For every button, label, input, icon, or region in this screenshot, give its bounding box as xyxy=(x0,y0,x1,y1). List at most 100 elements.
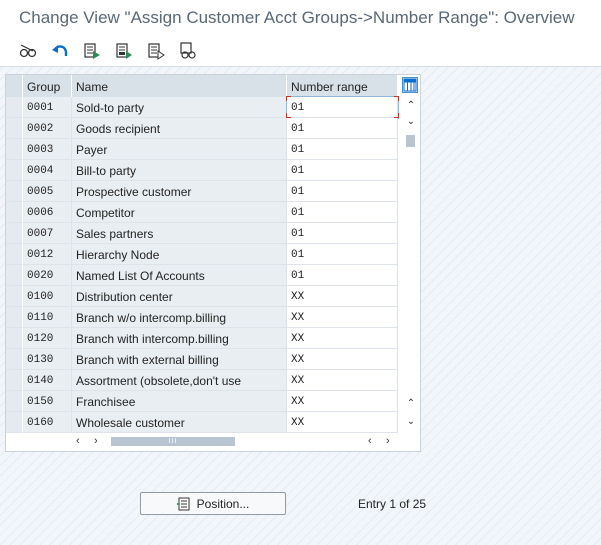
undo-button[interactable] xyxy=(49,40,71,62)
number-range-input[interactable]: 01 xyxy=(287,265,398,286)
position-button[interactable]: Position... xyxy=(140,492,286,515)
number-range-input[interactable]: XX xyxy=(287,370,398,391)
cell-group: 0140 xyxy=(23,370,72,391)
table-header: Group Name Number range xyxy=(6,75,420,97)
number-range-input[interactable]: 01 xyxy=(287,244,398,265)
window-title: Change View "Assign Customer Acct Groups… xyxy=(0,0,601,36)
table-row[interactable]: 0160 Wholesale customer XX xyxy=(6,412,398,433)
cell-group: 0012 xyxy=(23,244,72,265)
row-selector[interactable] xyxy=(6,202,23,223)
select-all-icon xyxy=(84,43,100,59)
scroll-left-icon[interactable]: ‹ xyxy=(76,435,80,447)
cell-name: Goods recipient xyxy=(72,118,287,139)
column-header-group[interactable]: Group xyxy=(23,75,72,97)
table-row[interactable]: 0006 Competitor 01 xyxy=(6,202,398,223)
row-selector[interactable] xyxy=(6,97,23,118)
table-row[interactable]: 0020 Named List Of Accounts 01 xyxy=(6,265,398,286)
number-range-input[interactable]: 01 xyxy=(287,160,398,181)
vertical-scroll-thumb[interactable] xyxy=(406,135,415,147)
table-row[interactable]: 0007 Sales partners 01 xyxy=(6,223,398,244)
page-up-icon[interactable]: ⌃ xyxy=(402,397,420,411)
cell-name: Franchisee xyxy=(72,391,287,412)
cell-name: Sales partners xyxy=(72,223,287,244)
row-selector[interactable] xyxy=(6,412,23,433)
row-selector[interactable] xyxy=(6,181,23,202)
cell-group: 0005 xyxy=(23,181,72,202)
cell-name: Distribution center xyxy=(72,286,287,307)
column-scroll-right-icon[interactable]: › xyxy=(386,435,390,447)
scroll-down-icon[interactable]: ⌄ xyxy=(402,415,420,429)
table-row[interactable]: 0110 Branch w/o intercomp.billing XX xyxy=(6,307,398,328)
vertical-scrollbar[interactable]: ⌃ ⌄ ⌃ ⌄ xyxy=(402,97,420,433)
position-button-label: Position... xyxy=(196,496,250,511)
number-range-input[interactable]: 01 xyxy=(287,181,398,202)
table-row[interactable]: 0140 Assortment (obsolete,don't use XX xyxy=(6,370,398,391)
number-range-input[interactable]: XX xyxy=(287,349,398,370)
focus-marker xyxy=(286,113,291,118)
number-range-input[interactable]: 01 xyxy=(287,223,398,244)
table-row[interactable]: 0002 Goods recipient 01 xyxy=(6,118,398,139)
cell-group: 0020 xyxy=(23,265,72,286)
cell-group: 0007 xyxy=(23,223,72,244)
row-selector[interactable] xyxy=(6,160,23,181)
number-range-input[interactable]: 01 xyxy=(287,202,398,223)
column-settings-button[interactable] xyxy=(402,77,418,93)
table-row[interactable]: 0120 Branch with intercomp.billing XX xyxy=(6,328,398,349)
cell-group: 0100 xyxy=(23,286,72,307)
row-selector[interactable] xyxy=(6,286,23,307)
scroll-up-icon[interactable]: ⌃ xyxy=(402,99,420,113)
horizontal-scroll-thumb[interactable]: III xyxy=(111,437,235,446)
row-selector[interactable] xyxy=(6,349,23,370)
table-row[interactable]: 0005 Prospective customer 01 xyxy=(6,181,398,202)
number-range-input[interactable]: XX xyxy=(287,412,398,433)
table-row[interactable]: 0001 Sold-to party 01 xyxy=(6,96,399,119)
number-range-input[interactable]: XX xyxy=(287,328,398,349)
cell-group: 0004 xyxy=(23,160,72,181)
scroll-right-icon[interactable]: › xyxy=(94,435,98,447)
number-range-input[interactable]: XX xyxy=(287,286,398,307)
cell-name: Branch w/o intercomp.billing xyxy=(72,307,287,328)
select-block-button[interactable] xyxy=(113,40,135,62)
column-scroll-left-icon[interactable]: ‹ xyxy=(368,435,372,447)
print-preview-button[interactable] xyxy=(177,40,199,62)
row-selector[interactable] xyxy=(6,244,23,265)
table-row[interactable]: 0100 Distribution center XX xyxy=(6,286,398,307)
row-selector[interactable] xyxy=(6,265,23,286)
row-selector[interactable] xyxy=(6,328,23,349)
cell-group: 0001 xyxy=(23,97,72,118)
row-selector[interactable] xyxy=(6,223,23,244)
cell-name: Hierarchy Node xyxy=(72,244,287,265)
table-row[interactable]: 0012 Hierarchy Node 01 xyxy=(6,244,398,265)
row-selector[interactable] xyxy=(6,118,23,139)
table-row[interactable]: 0130 Branch with external billing XX xyxy=(6,349,398,370)
cell-name: Wholesale customer xyxy=(72,412,287,433)
display-change-button[interactable] xyxy=(17,40,39,62)
cell-group: 0130 xyxy=(23,349,72,370)
row-selector[interactable] xyxy=(6,391,23,412)
column-header-name[interactable]: Name xyxy=(72,75,287,97)
number-range-input[interactable]: 01 xyxy=(286,96,399,119)
number-range-input[interactable]: XX xyxy=(287,391,398,412)
cell-name: Bill-to party xyxy=(72,160,287,181)
number-range-input[interactable]: 01 xyxy=(287,118,398,139)
cell-name: Sold-to party xyxy=(72,97,287,118)
cell-group: 0002 xyxy=(23,118,72,139)
deselect-all-button[interactable] xyxy=(145,40,167,62)
number-range-input[interactable]: XX xyxy=(287,307,398,328)
table-row[interactable]: 0004 Bill-to party 01 xyxy=(6,160,398,181)
column-header-number-range[interactable]: Number range xyxy=(287,75,398,97)
deselect-all-icon xyxy=(148,43,165,60)
table-row[interactable]: 0003 Payer 01 xyxy=(6,139,398,160)
page-down-icon[interactable]: ⌄ xyxy=(402,115,420,129)
row-selector[interactable] xyxy=(6,307,23,328)
row-selector[interactable] xyxy=(6,370,23,391)
focus-marker xyxy=(286,96,291,101)
number-range-input[interactable]: 01 xyxy=(287,139,398,160)
select-all-rows-corner[interactable] xyxy=(6,75,23,97)
select-block-icon xyxy=(116,43,132,59)
horizontal-scrollbar[interactable]: ‹ › III ‹ › xyxy=(6,433,420,451)
table-row[interactable]: 0150 Franchisee XX xyxy=(6,391,398,412)
select-all-button[interactable] xyxy=(81,40,103,62)
row-selector[interactable] xyxy=(6,139,23,160)
cell-group: 0120 xyxy=(23,328,72,349)
